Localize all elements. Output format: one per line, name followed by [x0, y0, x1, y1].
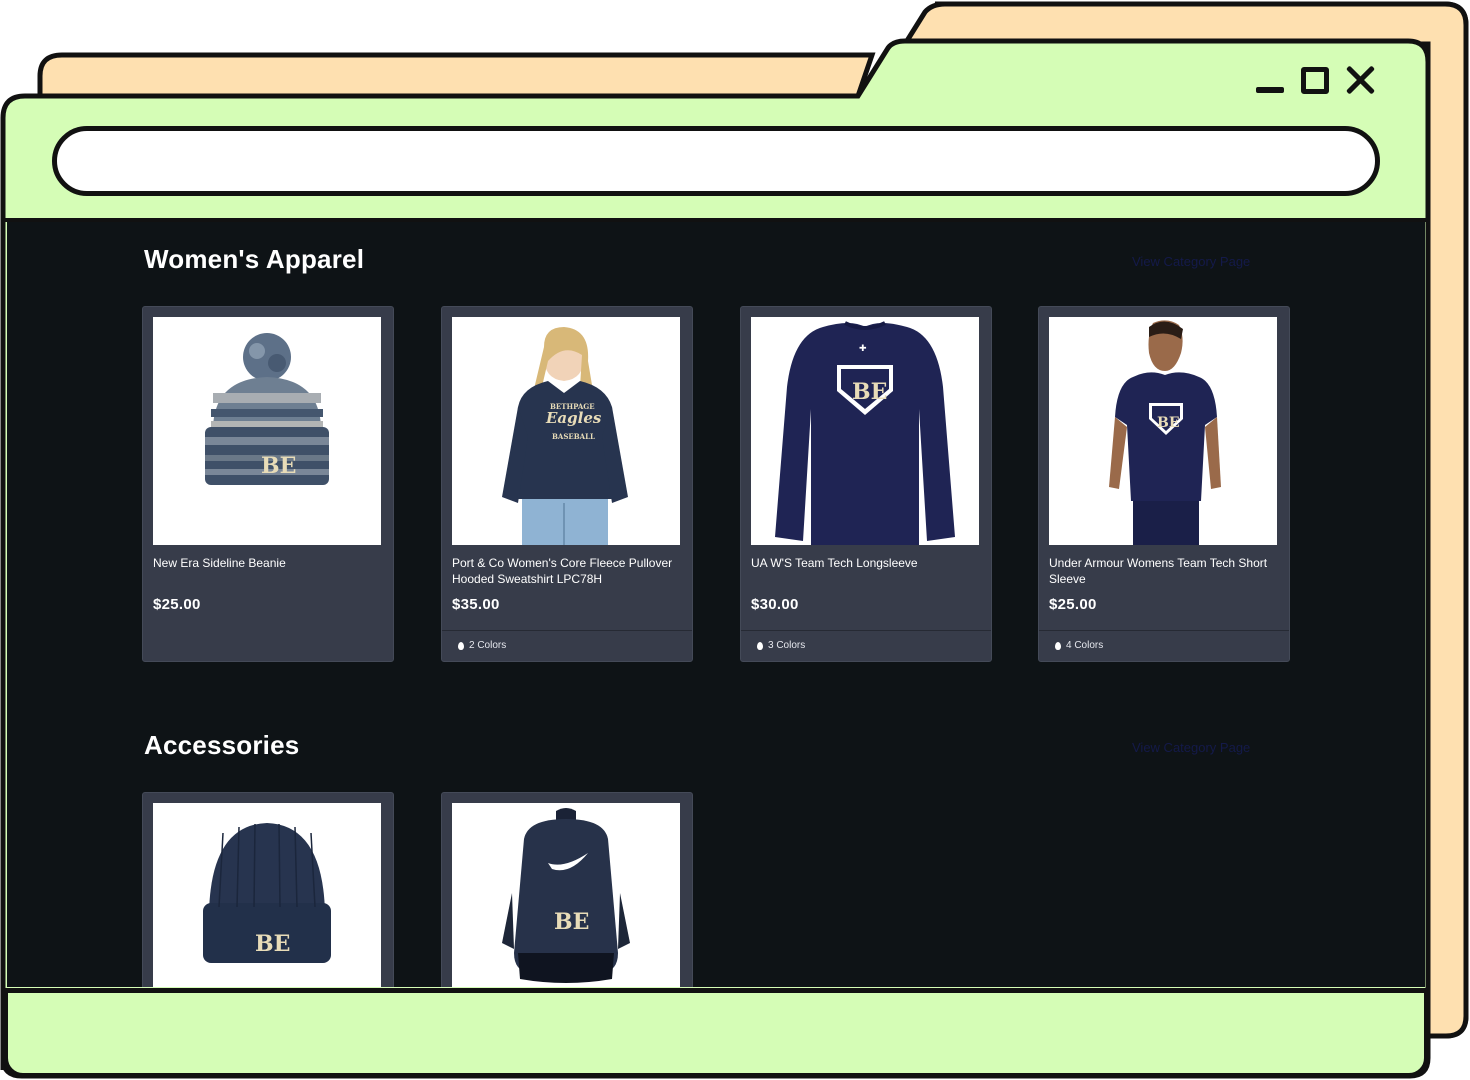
logo-letters: BE — [261, 453, 296, 479]
color-count: 2 Colors — [458, 640, 506, 651]
svg-text:BE: BE — [255, 931, 290, 957]
product-price: $25.00 — [153, 596, 201, 613]
window-bottom-bar — [3, 988, 1429, 1078]
shortsleeve-image: BE — [1049, 317, 1277, 545]
card-divider — [442, 630, 692, 631]
color-count-label: 3 Colors — [768, 640, 806, 651]
product-price: $30.00 — [751, 596, 799, 613]
product-card[interactable]: BE Under Armour Womens Team Tech Short S… — [1038, 306, 1290, 662]
view-category-link-womens[interactable]: View Category Page — [1132, 254, 1250, 269]
section-title-accessories: Accessories — [144, 730, 300, 760]
page-viewport: Women's Apparel View Category Page BE Ne… — [7, 222, 1425, 987]
longsleeve-image: ✚ BE — [751, 317, 979, 545]
card-divider — [741, 630, 991, 631]
view-category-link-accessories[interactable]: View Category Page — [1132, 740, 1250, 755]
backpack-image: BE — [452, 803, 680, 987]
card-divider — [1039, 630, 1289, 631]
color-count: 3 Colors — [757, 640, 805, 651]
droplet-icon — [757, 641, 763, 650]
product-card[interactable]: BE — [142, 792, 394, 987]
beanie-pompom-image: BE — [153, 317, 381, 545]
product-card[interactable]: BE New Era Sideline Beanie $25.00 — [142, 306, 394, 662]
svg-text:✚: ✚ — [859, 344, 867, 354]
left-peach-tab — [37, 52, 876, 103]
maximize-icon[interactable] — [1301, 67, 1329, 94]
svg-text:BE: BE — [554, 909, 589, 935]
product-card[interactable]: ✚ BE UA W'S Team Tech Longsleeve $30.00 … — [740, 306, 992, 662]
close-icon[interactable] — [1346, 65, 1376, 95]
product-name[interactable]: UA W'S Team Tech Longsleeve — [751, 555, 979, 571]
hoodie-image: BETHPAGE Eagles BASEBALL — [452, 317, 680, 545]
product-price: $25.00 — [1049, 596, 1097, 613]
product-name[interactable]: Port & Co Women's Core Fleece Pullover H… — [452, 555, 680, 587]
print-line3: BASEBALL — [552, 432, 595, 441]
product-name[interactable]: Under Armour Womens Team Tech Short Slee… — [1049, 555, 1277, 587]
print-line2: Eagles — [545, 409, 602, 427]
color-count: 4 Colors — [1055, 640, 1103, 651]
desktop-stage: Women's Apparel View Category Page BE Ne… — [0, 0, 1470, 1080]
product-name[interactable]: New Era Sideline Beanie — [153, 555, 381, 571]
section-title-womens-apparel: Women's Apparel — [144, 244, 365, 274]
color-count-label: 2 Colors — [469, 640, 507, 651]
color-count-label: 4 Colors — [1066, 640, 1104, 651]
droplet-icon — [458, 641, 464, 650]
product-price: $35.00 — [452, 596, 500, 613]
knit-beanie-image: BE — [153, 803, 381, 987]
address-bar[interactable] — [52, 126, 1380, 196]
product-card[interactable]: BETHPAGE Eagles BASEBALL Port & Co Women… — [441, 306, 693, 662]
window-controls — [1254, 62, 1384, 102]
svg-text:BE: BE — [1157, 415, 1180, 431]
product-card[interactable]: BE — [441, 792, 693, 987]
minimize-icon[interactable] — [1256, 87, 1284, 93]
droplet-icon — [1055, 641, 1061, 650]
svg-text:BE: BE — [852, 379, 887, 405]
